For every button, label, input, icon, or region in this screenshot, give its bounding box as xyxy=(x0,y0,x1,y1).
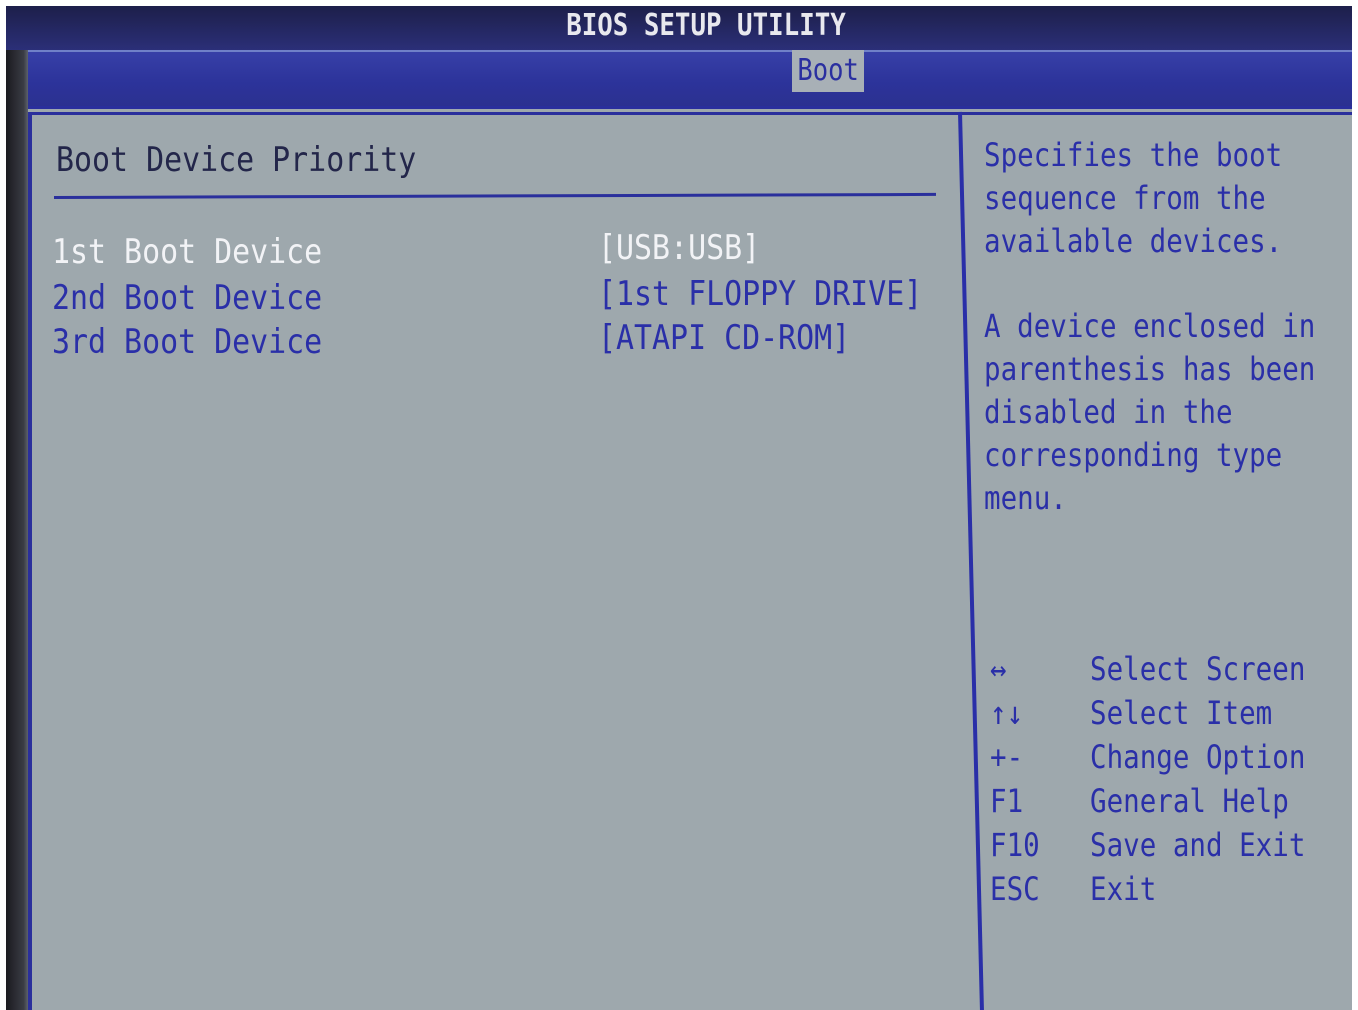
key-legend: ↔ Select Screen ↑↓ Select Item +- Change… xyxy=(990,650,1350,914)
key-description: Select Screen xyxy=(1090,650,1306,688)
boot-device-value[interactable]: [1st FLOPPY DRIVE] xyxy=(598,274,922,314)
esc-key: ESC xyxy=(990,870,1040,908)
boot-device-label: 2nd Boot Device xyxy=(52,278,323,318)
key-legend-item: ↔ Select Screen xyxy=(990,650,1350,694)
header-divider xyxy=(28,106,1352,109)
content-frame-top xyxy=(28,112,1352,115)
key-description: General Help xyxy=(1090,782,1289,820)
left-right-arrow-icon: ↔ xyxy=(990,650,1007,688)
content-frame-left xyxy=(28,112,32,1010)
key-description: Change Option xyxy=(1090,738,1306,776)
plus-minus-key: +- xyxy=(990,738,1024,776)
tab-bar xyxy=(28,50,1352,106)
boot-device-label: 1st Boot Device xyxy=(52,232,323,272)
title-bar: BIOS SETUP UTILITY xyxy=(6,6,1352,50)
tab-bar-border xyxy=(28,50,1352,52)
key-description: Save and Exit xyxy=(1090,826,1306,864)
boot-device-value[interactable]: [ATAPI CD-ROM] xyxy=(598,318,850,358)
up-down-arrow-icon: ↑↓ xyxy=(990,694,1024,732)
bios-screen: BIOS SETUP UTILITY Boot Boot Device Prio… xyxy=(6,6,1352,1010)
f10-key: F10 xyxy=(990,826,1040,864)
window-title: BIOS SETUP UTILITY xyxy=(566,8,846,43)
help-line: sequence from the xyxy=(984,179,1266,217)
help-line: parenthesis has been xyxy=(984,350,1316,388)
boot-device-row-3[interactable]: 3rd Boot Device [ATAPI CD-ROM] xyxy=(52,318,932,366)
boot-device-row-2[interactable]: 2nd Boot Device [1st FLOPPY DRIVE] xyxy=(52,274,932,322)
f1-key: F1 xyxy=(990,782,1024,820)
help-line: A device enclosed in xyxy=(984,307,1316,345)
key-legend-item: F10 Save and Exit xyxy=(990,826,1350,870)
help-panel-divider xyxy=(958,111,984,1010)
key-description: Select Item xyxy=(1090,694,1273,732)
help-line: menu. xyxy=(984,479,1067,517)
section-divider xyxy=(54,192,937,199)
key-legend-item: F1 General Help xyxy=(990,782,1350,826)
help-line: Specifies the boot xyxy=(984,136,1283,174)
monitor-bezel xyxy=(6,6,28,1010)
boot-device-row-1[interactable]: 1st Boot Device [USB:USB] xyxy=(52,228,932,276)
help-panel: Specifies the boot sequence from the ava… xyxy=(984,134,1344,520)
key-legend-item: ↑↓ Select Item xyxy=(990,694,1350,738)
help-line: available devices. xyxy=(984,222,1283,260)
help-line: disabled in the xyxy=(984,393,1233,431)
key-legend-item: ESC Exit xyxy=(990,870,1350,914)
boot-device-value[interactable]: [USB:USB] xyxy=(598,228,760,268)
tab-boot-label: Boot xyxy=(797,53,859,88)
boot-device-label: 3rd Boot Device xyxy=(52,322,323,362)
key-legend-item: +- Change Option xyxy=(990,738,1350,782)
section-title: Boot Device Priority xyxy=(56,140,417,180)
help-line: corresponding type xyxy=(984,436,1283,474)
key-description: Exit xyxy=(1090,870,1157,908)
tab-boot[interactable]: Boot xyxy=(792,50,864,92)
